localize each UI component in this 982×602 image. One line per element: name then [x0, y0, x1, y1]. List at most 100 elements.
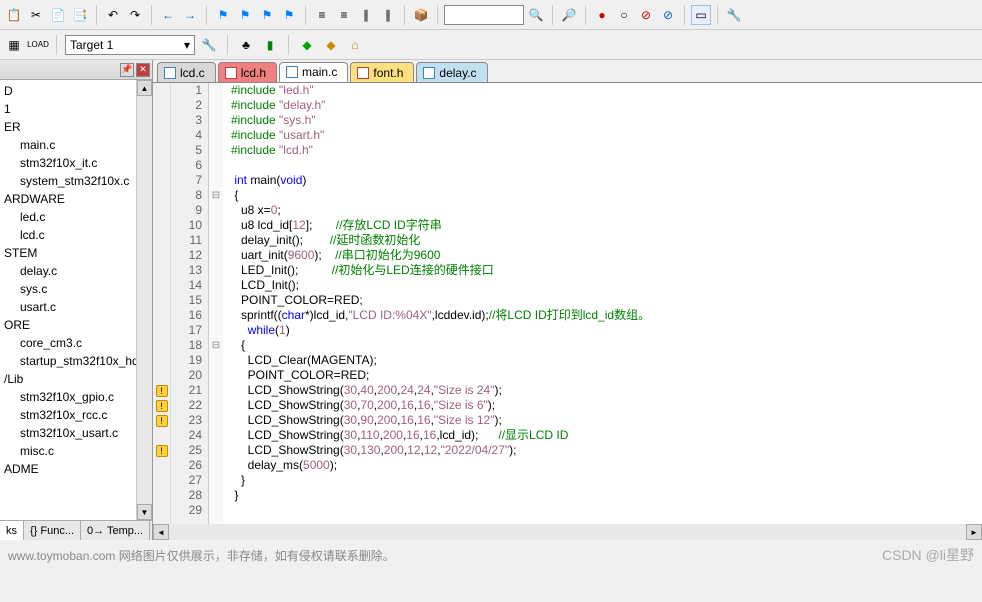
tree-file[interactable]: startup_stm32f10x_hd.s — [0, 352, 152, 370]
build-icon[interactable]: ▦ — [4, 35, 24, 55]
project-tree[interactable]: D1ERmain.cstm32f10x_it.csystem_stm32f10x… — [0, 80, 152, 520]
fwd-icon[interactable]: → — [180, 5, 200, 25]
code-line[interactable]: uart_init(9600); //串口初始化为9600 — [231, 248, 982, 263]
debug-disable-icon[interactable]: ⊘ — [636, 5, 656, 25]
code-text[interactable]: #include "led.h"#include "delay.h"#inclu… — [223, 83, 982, 524]
bookmark-toggle-icon[interactable]: ⚑ — [213, 5, 233, 25]
file-tab-font-h[interactable]: font.h — [350, 62, 414, 82]
tree-group[interactable]: /Lib — [0, 370, 152, 388]
cut-icon[interactable]: ✂ — [26, 5, 46, 25]
outdent-icon[interactable]: ≡ — [334, 5, 354, 25]
tree-file[interactable]: sys.c — [0, 280, 152, 298]
bookmark-next-icon[interactable]: ⚑ — [257, 5, 277, 25]
code-line[interactable]: LCD_ShowString(30,130,200,12,12,"2022/04… — [231, 443, 982, 458]
tree-group[interactable]: ARDWARE — [0, 190, 152, 208]
code-line[interactable]: } — [231, 488, 982, 503]
tree-group[interactable]: D — [0, 82, 152, 100]
sidebar-scrollbar[interactable]: ▲ ▼ — [136, 80, 152, 520]
file-tab-lcd-c[interactable]: lcd.c — [157, 62, 216, 82]
load-icon[interactable]: LOAD — [28, 35, 48, 55]
code-line[interactable]: #include "lcd.h" — [231, 143, 982, 158]
code-line[interactable]: u8 x=0; — [231, 203, 982, 218]
options-icon[interactable]: 🔧 — [199, 35, 219, 55]
find-icon[interactable]: 🔍 — [526, 5, 546, 25]
tree-group[interactable]: 1 — [0, 100, 152, 118]
bookmark-prev-icon[interactable]: ⚑ — [235, 5, 255, 25]
code-line[interactable]: sprintf((char*)lcd_id,"LCD ID:%04X",lcdd… — [231, 308, 982, 323]
tree-file[interactable]: misc.c — [0, 442, 152, 460]
tree-file[interactable]: stm32f10x_gpio.c — [0, 388, 152, 406]
code-line[interactable]: u8 lcd_id[12]; //存放LCD ID字符串 — [231, 218, 982, 233]
code-line[interactable] — [231, 158, 982, 173]
code-line[interactable]: POINT_COLOR=RED; — [231, 368, 982, 383]
paste-icon[interactable]: 📄 — [48, 5, 68, 25]
code-line[interactable]: LED_Init(); //初始化与LED连接的硬件接口 — [231, 263, 982, 278]
code-line[interactable]: POINT_COLOR=RED; — [231, 293, 982, 308]
tree-file[interactable]: stm32f10x_it.c — [0, 154, 152, 172]
tree-file[interactable]: delay.c — [0, 262, 152, 280]
code-line[interactable]: } — [231, 473, 982, 488]
tree-group[interactable]: ADME — [0, 460, 152, 478]
code-line[interactable]: LCD_ShowString(30,40,200,24,24,"Size is … — [231, 383, 982, 398]
scroll-right-icon[interactable]: ► — [966, 524, 982, 540]
find-in-files-icon[interactable]: 🔎 — [559, 5, 579, 25]
side-tab[interactable]: 0→ Temp... — [81, 521, 150, 540]
diamond1-icon[interactable]: ◆ — [297, 35, 317, 55]
file-tab-delay-c[interactable]: delay.c — [416, 62, 487, 82]
tree-group[interactable]: ER — [0, 118, 152, 136]
debug-rec-icon[interactable]: ● — [592, 5, 612, 25]
target-select[interactable]: Target 1 ▾ — [65, 35, 195, 55]
tree-file[interactable]: core_cm3.c — [0, 334, 152, 352]
code-line[interactable]: LCD_ShowString(30,90,200,16,16,"Size is … — [231, 413, 982, 428]
tree-group[interactable]: STEM — [0, 244, 152, 262]
comment-icon[interactable]: ∥ — [356, 5, 376, 25]
code-line[interactable]: { — [231, 338, 982, 353]
file-tab-lcd-h[interactable]: lcd.h — [218, 62, 277, 82]
window-icon[interactable]: ▭ — [691, 5, 711, 25]
code-line[interactable]: LCD_Clear(MAGENTA); — [231, 353, 982, 368]
tree-file[interactable]: lcd.c — [0, 226, 152, 244]
paste2-icon[interactable]: 📑 — [70, 5, 90, 25]
scroll-up-icon[interactable]: ▲ — [137, 80, 152, 96]
code-line[interactable]: { — [231, 188, 982, 203]
highlight-icon[interactable]: 📦 — [411, 5, 431, 25]
manage-icon[interactable]: ♣ — [236, 35, 256, 55]
tree-file[interactable]: stm32f10x_usart.c — [0, 424, 152, 442]
find-combo[interactable] — [444, 5, 524, 25]
scroll-down-icon[interactable]: ▼ — [137, 504, 152, 520]
scroll-left-icon[interactable]: ◄ — [153, 524, 169, 540]
debug-kill-icon[interactable]: ⊘ — [658, 5, 678, 25]
tree-file[interactable]: main.c — [0, 136, 152, 154]
back-icon[interactable]: ← — [158, 5, 178, 25]
copy-icon[interactable]: 📋 — [4, 5, 24, 25]
code-line[interactable]: delay_init(); //延时函数初始化 — [231, 233, 982, 248]
uncomment-icon[interactable]: ∥ — [378, 5, 398, 25]
code-line[interactable]: delay_ms(5000); — [231, 458, 982, 473]
code-line[interactable]: LCD_ShowString(30,70,200,16,16,"Size is … — [231, 398, 982, 413]
tree-file[interactable]: usart.c — [0, 298, 152, 316]
bookmark-clear-icon[interactable]: ⚑ — [279, 5, 299, 25]
side-tab[interactable]: {} Func... — [24, 521, 81, 540]
code-line[interactable]: LCD_ShowString(30,110,200,16,16,lcd_id);… — [231, 428, 982, 443]
file-tab-main-c[interactable]: main.c — [279, 62, 348, 82]
tree-file[interactable]: system_stm32f10x.c — [0, 172, 152, 190]
code-line[interactable]: #include "delay.h" — [231, 98, 982, 113]
pin-icon[interactable]: 📌 — [120, 63, 134, 77]
code-line[interactable] — [231, 503, 982, 518]
code-line[interactable]: while(1) — [231, 323, 982, 338]
code-line[interactable]: #include "sys.h" — [231, 113, 982, 128]
code-line[interactable]: #include "led.h" — [231, 83, 982, 98]
tree-file[interactable]: stm32f10x_rcc.c — [0, 406, 152, 424]
code-line[interactable]: LCD_Init(); — [231, 278, 982, 293]
books-icon[interactable]: ▮ — [260, 35, 280, 55]
redo-icon[interactable]: ↷ — [125, 5, 145, 25]
code-line[interactable]: int main(void) — [231, 173, 982, 188]
config-icon[interactable]: 🔧 — [724, 5, 744, 25]
debug-stop-icon[interactable]: ○ — [614, 5, 634, 25]
tree-file[interactable]: led.c — [0, 208, 152, 226]
code-line[interactable]: #include "usart.h" — [231, 128, 982, 143]
close-icon[interactable]: ✕ — [136, 63, 150, 77]
tree-group[interactable]: ORE — [0, 316, 152, 334]
indent-icon[interactable]: ≡ — [312, 5, 332, 25]
undo-icon[interactable]: ↶ — [103, 5, 123, 25]
